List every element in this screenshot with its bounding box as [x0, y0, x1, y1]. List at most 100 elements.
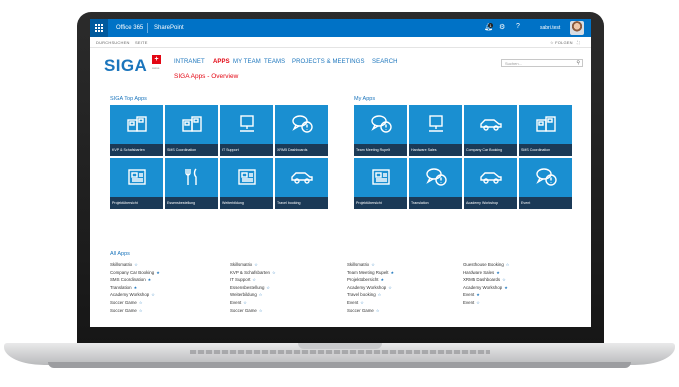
list-item[interactable]: Translation ★	[110, 285, 160, 293]
ribbon-tab-site[interactable]: SEITE	[135, 40, 148, 45]
favorite-star-icon[interactable]: ★	[504, 285, 508, 290]
user-avatar[interactable]	[570, 21, 584, 35]
site-logo[interactable]: SIGA	[104, 56, 147, 76]
list-item[interactable]: Team Meeting Rupelt ★	[347, 270, 394, 278]
app-tile[interactable]: XRM5 Dashboards	[275, 105, 328, 156]
app-tile[interactable]: Event	[519, 158, 572, 209]
favorite-star-icon[interactable]: ☆	[254, 262, 258, 267]
search-icon[interactable]: ⚲	[576, 60, 580, 66]
favorite-star-icon[interactable]: ☆	[134, 262, 138, 267]
favorite-star-icon[interactable]: ☆	[259, 308, 263, 313]
app-tile[interactable]: Translation	[409, 158, 462, 209]
help-question-icon[interactable]: ?	[516, 23, 520, 30]
nav-intranet[interactable]: INTRANET	[174, 59, 205, 65]
favorite-star-icon[interactable]: ☆	[252, 277, 256, 282]
list-item[interactable]: Weiterbildung ☆	[230, 292, 276, 300]
settings-gear-icon[interactable]: ⚙	[499, 23, 505, 31]
app-tile-label: Weiterbildung	[220, 197, 273, 209]
favorite-star-icon[interactable]: ☆	[371, 262, 375, 267]
nav-projects-meetings[interactable]: PROJECTS & MEETINGS	[292, 59, 365, 65]
favorite-star-icon[interactable]: ★	[391, 270, 395, 275]
user-name[interactable]: sabri.test	[540, 25, 560, 31]
list-item[interactable]: Academy Workshop ☆	[110, 292, 160, 300]
app-tile-label: Event	[519, 197, 572, 209]
favorite-star-icon[interactable]: ☆	[272, 270, 276, 275]
list-item[interactable]: IT Support ☆	[230, 277, 276, 285]
list-item[interactable]: Academy Workshop ☆	[347, 285, 394, 293]
follow-button[interactable]: ☆ FOLGEN	[550, 40, 573, 45]
favorite-star-icon[interactable]: ☆	[259, 292, 263, 297]
list-item[interactable]: Skillsmatrix ☆	[347, 262, 394, 270]
list-item[interactable]: Hardware Sales ★	[463, 270, 509, 278]
favorite-star-icon[interactable]: ☆	[502, 277, 506, 282]
app-tile[interactable]: IT Support	[220, 105, 273, 156]
list-item[interactable]: Event ☆	[463, 300, 509, 308]
app-tile[interactable]: Projektübersicht	[110, 158, 163, 209]
cards-icon	[125, 114, 149, 134]
app-tile[interactable]: Travel booking	[275, 158, 328, 209]
app-tile[interactable]: SMS Coordination	[519, 105, 572, 156]
list-item[interactable]: Company Car Booking ★	[110, 270, 160, 278]
favorite-star-icon[interactable]: ☆	[139, 308, 143, 313]
favorite-star-icon[interactable]: ★	[496, 270, 500, 275]
favorite-star-icon[interactable]: ☆	[378, 292, 382, 297]
site-search-box[interactable]: Suchen... ⚲	[501, 59, 583, 67]
app-tile-label: KVP & Schafsbarten	[110, 144, 163, 156]
list-item[interactable]: Event ☆	[347, 300, 394, 308]
list-item[interactable]: KVP & Schafsbarten ☆	[230, 270, 276, 278]
ribbon-tab-browse[interactable]: DURCHSUCHEN	[96, 40, 130, 45]
favorite-star-icon[interactable]: ☆	[476, 300, 480, 305]
app-tile[interactable]: Essensbestellung	[165, 158, 218, 209]
favorite-star-icon[interactable]: ☆	[151, 292, 155, 297]
list-item[interactable]: Skillsmatrix ☆	[110, 262, 160, 270]
list-item[interactable]: Skillsmatrix ☆	[230, 262, 276, 270]
focus-mode-icon[interactable]: ⛶	[577, 40, 580, 45]
list-item[interactable]: Soccer Game ☆	[347, 308, 394, 316]
favorite-star-icon[interactable]: ☆	[266, 285, 270, 290]
all-apps-heading: All Apps	[110, 251, 130, 257]
favorite-star-icon[interactable]: ★	[134, 285, 138, 290]
list-item[interactable]: Academy Workshop ★	[463, 285, 509, 293]
cutlery-icon	[180, 167, 204, 187]
favorite-star-icon[interactable]: ☆	[506, 262, 510, 267]
list-item[interactable]: Projektübersicht ★	[347, 277, 394, 285]
app-tile[interactable]: Team Meeting Rupelt	[354, 105, 407, 156]
notification-count-badge: 1	[488, 23, 493, 28]
list-item[interactable]: SMS Coordination ★	[110, 277, 160, 285]
suite-app-name[interactable]: SharePoint	[154, 25, 184, 31]
list-item[interactable]: Event ☆	[230, 300, 276, 308]
favorite-star-icon[interactable]: ☆	[376, 308, 380, 313]
app-tile[interactable]: Academy Workshop	[464, 158, 517, 209]
app-tile-label: Translation	[409, 197, 462, 209]
nav-apps[interactable]: APPS	[213, 59, 230, 65]
favorite-star-icon[interactable]: ★	[476, 292, 480, 297]
favorite-star-icon[interactable]: ★	[148, 277, 152, 282]
list-item[interactable]: Essensbestellung ☆	[230, 285, 276, 293]
app-tile[interactable]: Weiterbildung	[220, 158, 273, 209]
chat-bubbles-icon	[369, 114, 393, 134]
favorite-star-icon[interactable]: ☆	[388, 285, 392, 290]
favorite-star-icon[interactable]: ☆	[360, 300, 364, 305]
favorite-star-icon[interactable]: ★	[156, 270, 160, 275]
list-item[interactable]: Soccer Game ☆	[110, 300, 160, 308]
favorite-star-icon[interactable]: ☆	[139, 300, 143, 305]
app-tile[interactable]: KVP & Schafsbarten	[110, 105, 163, 156]
suite-brand[interactable]: Office 365	[116, 25, 143, 31]
app-launcher-icon[interactable]	[90, 19, 108, 37]
list-item[interactable]: Guesthouse Booking ☆	[463, 262, 509, 270]
nav-my-team[interactable]: MY TEAM	[233, 59, 261, 65]
favorite-star-icon[interactable]: ☆	[243, 300, 247, 305]
app-tile[interactable]: Projektübersicht	[354, 158, 407, 209]
app-tile[interactable]: Company Car Booking	[464, 105, 517, 156]
list-item[interactable]: Event ★	[463, 292, 509, 300]
app-tile[interactable]: Hardware Sales	[409, 105, 462, 156]
list-item[interactable]: Soccer Game ☆	[230, 308, 276, 316]
nav-teams[interactable]: TEAMS	[264, 59, 285, 65]
favorite-star-icon[interactable]: ★	[380, 277, 384, 282]
app-tile[interactable]: SMS Coordination	[165, 105, 218, 156]
list-item[interactable]: Soccer Game ☆	[110, 308, 160, 316]
list-item[interactable]: Travel booking ☆	[347, 292, 394, 300]
nav-search[interactable]: SEARCH	[372, 59, 398, 65]
top-apps-heading: SIGA Top Apps	[110, 96, 147, 102]
list-item[interactable]: XRM5 Dashboards ☆	[463, 277, 509, 285]
